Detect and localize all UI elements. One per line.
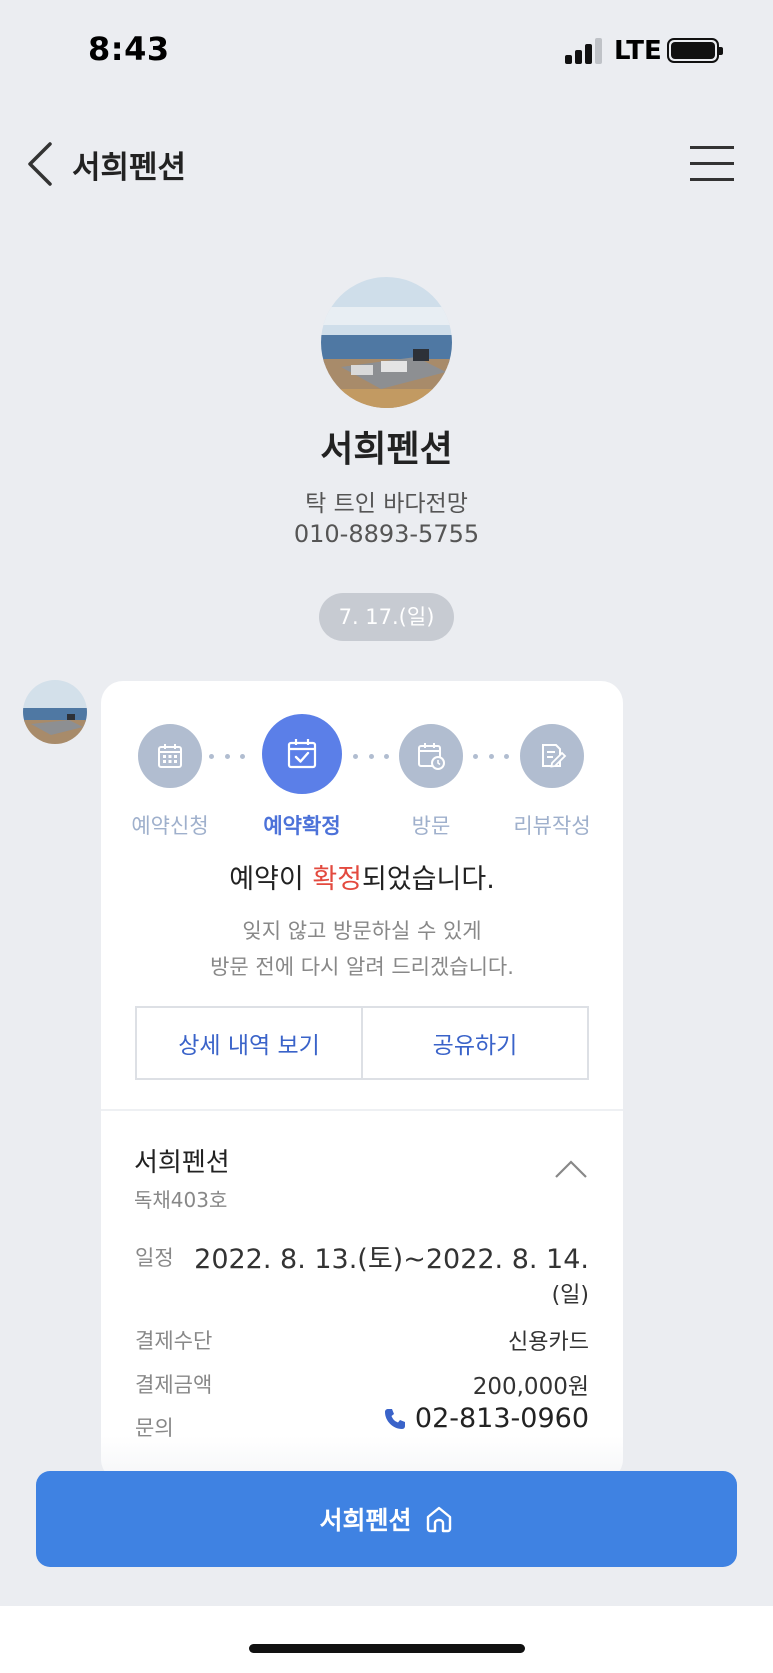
divider: [101, 1109, 623, 1111]
home-indicator-area: [0, 1606, 773, 1673]
home-icon: [426, 1506, 451, 1533]
phone-icon: [384, 1408, 405, 1429]
chevron-up-icon: [555, 1160, 587, 1178]
reservation-card: 예약신청 예약확정 방문 리뷰작성 예약이 확정되었습니다. 잊지 않고 방문하…: [101, 681, 623, 1481]
menu-button[interactable]: [688, 142, 736, 184]
inquiry-phone-number: 02-813-0960: [414, 1403, 589, 1434]
step-write-review: [520, 724, 584, 788]
payment-amount-label: 결제금액: [135, 1373, 213, 1397]
schedule-value: 2022. 8. 13.(토)~2022. 8. 14.: [194, 1244, 589, 1275]
chat-avatar[interactable]: [23, 680, 87, 744]
profile-image[interactable]: [321, 277, 452, 408]
payment-method-value: 신용카드: [508, 1330, 589, 1355]
signal-icon: [565, 38, 605, 64]
profile-description: 탁 트인 바다전망: [305, 491, 468, 517]
reservation-room: 독채403호: [134, 1188, 228, 1212]
step-label: 리뷰작성: [513, 814, 591, 838]
chevron-left-icon: [28, 142, 52, 186]
battery-icon: [667, 38, 723, 63]
date-chip: 7. 17.(일): [319, 593, 454, 641]
status-time: 8:43: [88, 30, 170, 68]
view-details-button[interactable]: 상세 내역 보기: [137, 1008, 361, 1078]
calendar-check-icon: [287, 739, 317, 769]
header-title: 서희펜션: [72, 150, 187, 186]
home-indicator[interactable]: [249, 1644, 525, 1653]
pension-home-button-label: 서희펜션: [319, 1506, 412, 1535]
reservation-title: 서희펜션: [134, 1148, 230, 1178]
step-label: 예약신청: [131, 814, 209, 838]
step-label-active: 예약확정: [263, 814, 341, 838]
confirmation-sub-line2: 방문 전에 다시 알려 드리겠습니다.: [210, 955, 514, 979]
profile-phone[interactable]: 010-8893-5755: [0, 520, 773, 548]
step-label: 방문: [411, 814, 451, 838]
sea-view-photo-icon: [321, 277, 452, 408]
inquiry-phone[interactable]: 02-813-0960: [383, 1403, 589, 1434]
action-buttons: 상세 내역 보기 공유하기: [135, 1006, 589, 1080]
collapse-button[interactable]: [553, 1157, 589, 1181]
network-label: LTE: [614, 36, 662, 66]
step-visit: [399, 724, 463, 788]
back-button[interactable]: [22, 136, 62, 192]
header: 서희펜션: [0, 120, 773, 210]
confirmation-highlight: 확정: [312, 864, 362, 895]
sea-view-photo-icon: [23, 680, 87, 744]
profile-name: 서희펜션: [320, 429, 453, 470]
confirmation-message: 예약이 확정되었습니다.: [229, 864, 495, 895]
hamburger-icon: [690, 146, 734, 149]
share-button[interactable]: 공유하기: [361, 1008, 587, 1078]
status-bar: 8:43 LTE: [0, 0, 773, 100]
payment-amount-value: 200,000원: [472, 1374, 589, 1400]
pension-home-button[interactable]: 서희펜션: [36, 1471, 737, 1567]
confirmation-sub-line1: 잊지 않고 방문하실 수 있게: [242, 919, 482, 943]
reservation-steps: 예약신청 예약확정 방문 리뷰작성: [101, 681, 623, 851]
step-reservation-request: [138, 724, 202, 788]
payment-method-label: 결제수단: [135, 1329, 213, 1353]
schedule-label: 일정: [135, 1246, 174, 1270]
page: 8:43 LTE 서희펜션 서희펜션 탁 트인 바다전망 010-8893-57…: [0, 0, 773, 1673]
edit-icon: [542, 744, 567, 768]
step-reservation-confirmed: [262, 714, 342, 794]
schedule-value-line2: (일): [551, 1283, 589, 1308]
calendar-clock-icon: [418, 743, 445, 770]
calendar-icon: [158, 744, 182, 768]
